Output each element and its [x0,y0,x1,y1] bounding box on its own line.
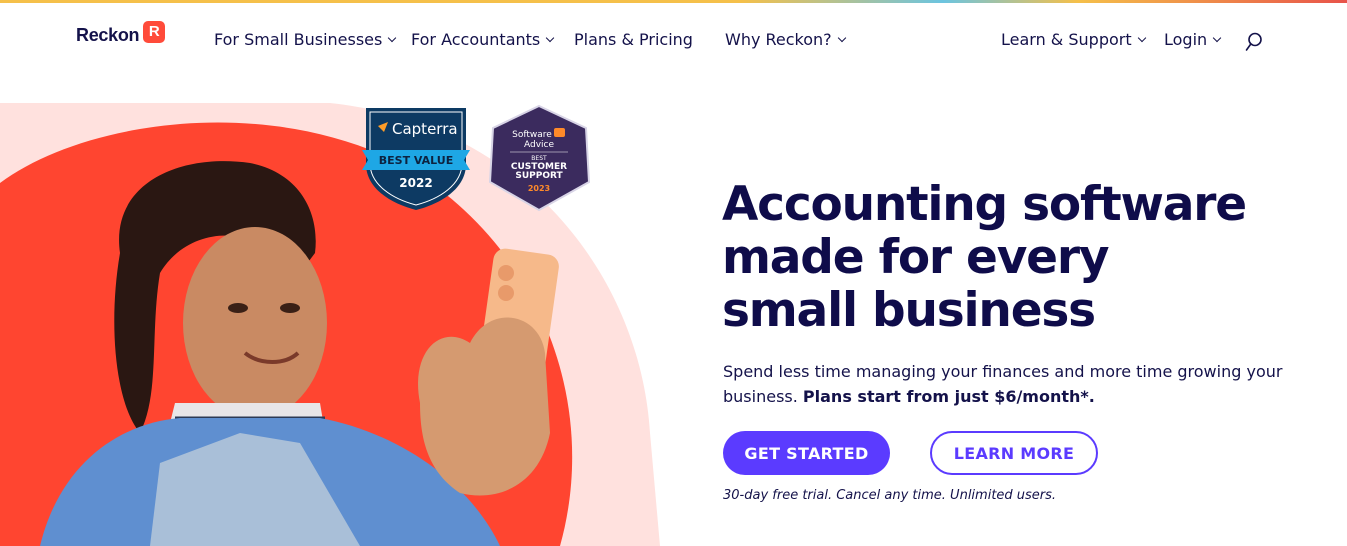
nav-label: For Small Businesses [214,30,383,49]
nav-label: For Accountants [411,30,541,49]
sa-year: 2023 [528,184,550,193]
sa-brand-line1: Software [512,130,552,140]
reckon-logo[interactable]: Reckon R [76,20,166,46]
search-icon[interactable] [1245,32,1263,52]
get-started-button[interactable]: GET STARTED [723,431,890,475]
nav-label: Why Reckon? [725,30,832,49]
headline-line: made for every [722,230,1109,285]
subcopy-pricing: Plans start from just $6/month*. [802,387,1095,406]
nav-why-reckon[interactable]: Why Reckon? [725,30,846,49]
capterra-brand: Capterra [392,120,458,138]
headline-line: Accounting software [722,177,1247,232]
logo-text: Reckon [76,25,140,45]
nav-for-small-businesses[interactable]: For Small Businesses [214,30,397,49]
sa-small: BEST [531,155,547,162]
nav-label: Learn & Support [1001,30,1132,49]
logo-mark-icon: R [143,20,166,43]
chevron-down-icon [1137,33,1146,42]
nav-learn-support[interactable]: Learn & Support [1001,30,1146,49]
site-header: Reckon R For Small Businesses For Accoun… [0,3,1347,73]
nav-label: Login [1164,30,1208,49]
chevron-down-icon [837,33,846,42]
sa-brand-line2: Advice [524,140,554,150]
capterra-ribbon: BEST VALUE [379,154,454,167]
nav-plans-pricing[interactable]: Plans & Pricing [574,30,693,49]
award-badges: Capterra BEST VALUE 2022 Software Advice… [362,104,591,212]
capterra-year: 2022 [399,176,432,190]
software-advice-badge: Software Advice BEST CUSTOMER SUPPORT 20… [488,104,591,212]
headline-line: small business [722,283,1096,338]
nav-label: Plans & Pricing [574,30,693,49]
chevron-down-icon [1212,33,1222,42]
hero-headline: Accounting software made for every small… [722,178,1282,337]
nav-for-accountants[interactable]: For Accountants [411,30,555,49]
learn-more-button[interactable]: LEARN MORE [930,431,1098,475]
sa-title-line2: SUPPORT [515,171,563,181]
chevron-down-icon [388,33,397,42]
hero-subcopy: Spend less time managing your finances a… [723,359,1283,409]
trial-note: 30-day free trial. Cancel any time. Unli… [723,488,1057,503]
nav-login[interactable]: Login [1164,30,1222,49]
capterra-badge: Capterra BEST VALUE 2022 [362,108,470,210]
chevron-down-icon [546,33,555,42]
